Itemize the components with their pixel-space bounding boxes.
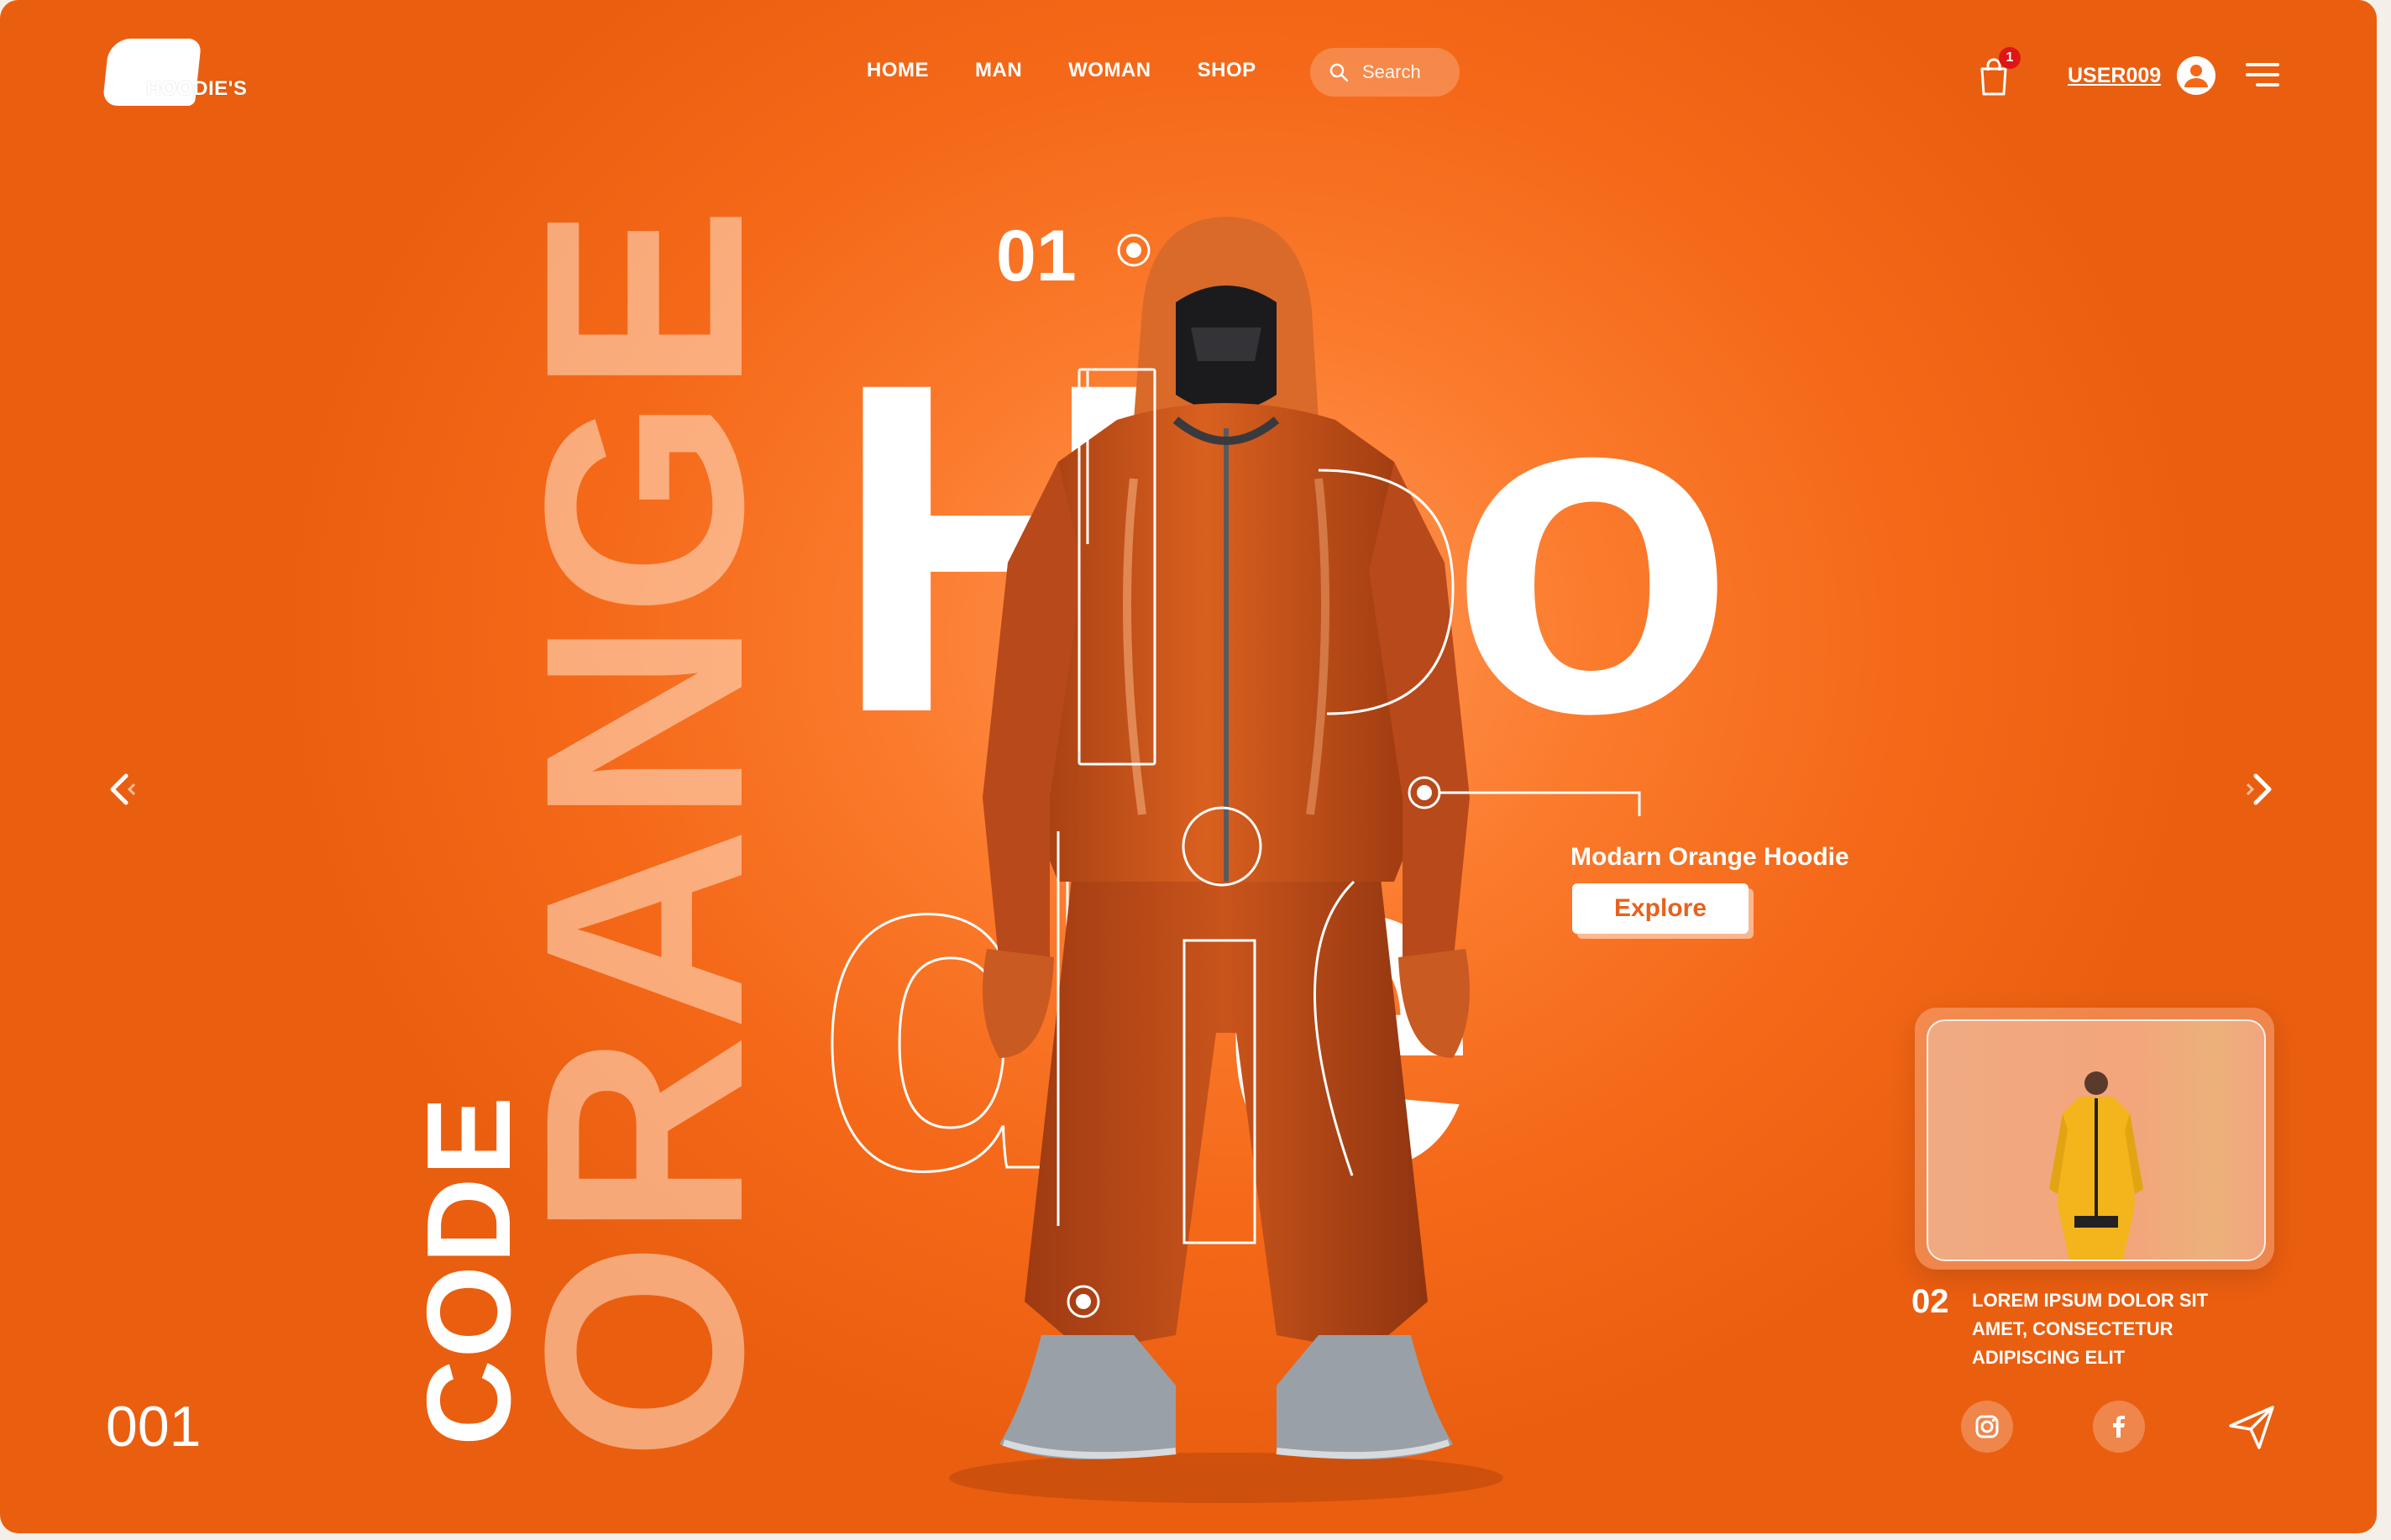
search-input[interactable] <box>1361 60 1456 84</box>
page-counter: 001 <box>106 1395 202 1459</box>
facebook-link[interactable] <box>2093 1401 2145 1453</box>
chevron-right-icon <box>2246 773 2272 805</box>
nav-shop[interactable]: SHOP <box>1198 59 1256 82</box>
next-product-thumbnail <box>1927 1019 2266 1261</box>
prev-slide-button[interactable] <box>96 764 146 815</box>
vertical-word-code: CODE <box>402 1094 536 1446</box>
logo-text: HOODIE'S <box>146 77 248 100</box>
main-nav: HOME MAN WOMAN SHOP <box>867 59 1256 82</box>
cart-button[interactable]: 1 <box>1977 47 2021 99</box>
facebook-icon <box>2113 1416 2125 1438</box>
search-box[interactable] <box>1310 48 1460 97</box>
nav-man[interactable]: MAN <box>975 59 1022 82</box>
next-product-number: 02 <box>1911 1283 1949 1320</box>
hamburger-menu[interactable] <box>2244 60 2281 89</box>
search-icon <box>1329 63 1349 82</box>
instagram-icon <box>1975 1415 1999 1438</box>
hoodie-model-image <box>949 217 1503 1503</box>
menu-icon <box>2246 63 2279 86</box>
cart-badge: 1 <box>1999 47 2021 69</box>
explore-button[interactable]: Explore <box>1572 883 1749 934</box>
username[interactable]: USER009 <box>2068 64 2161 88</box>
next-slide-button[interactable] <box>2236 764 2286 815</box>
yellow-jacket-model-image <box>2049 1071 2143 1260</box>
nav-home[interactable]: HOME <box>867 59 929 82</box>
product-name: Modarn Orange Hoodie <box>1570 843 1849 871</box>
next-product-card[interactable] <box>1915 1008 2274 1270</box>
vertical-word-orange: ORANGE <box>487 202 802 1461</box>
nav-woman[interactable]: WOMAN <box>1068 59 1151 82</box>
user-avatar-icon <box>2177 56 2216 95</box>
send-icon <box>2229 1406 2274 1449</box>
landing-page: HOODIE'S HOME MAN WOMAN SHOP 1 USER009 <box>0 0 2377 1533</box>
next-product-description: LOREM IPSUM DOLOR SIT AMET, CONSECTETUR … <box>1972 1290 2209 1368</box>
brand-logo[interactable]: HOODIE'S <box>102 39 265 109</box>
user-menu[interactable]: USER009 <box>2068 55 2216 96</box>
slide-number: 01 <box>996 216 1077 296</box>
instagram-link[interactable] <box>1961 1401 2013 1453</box>
chevron-left-icon <box>110 773 136 805</box>
share-button[interactable] <box>2226 1401 2278 1453</box>
